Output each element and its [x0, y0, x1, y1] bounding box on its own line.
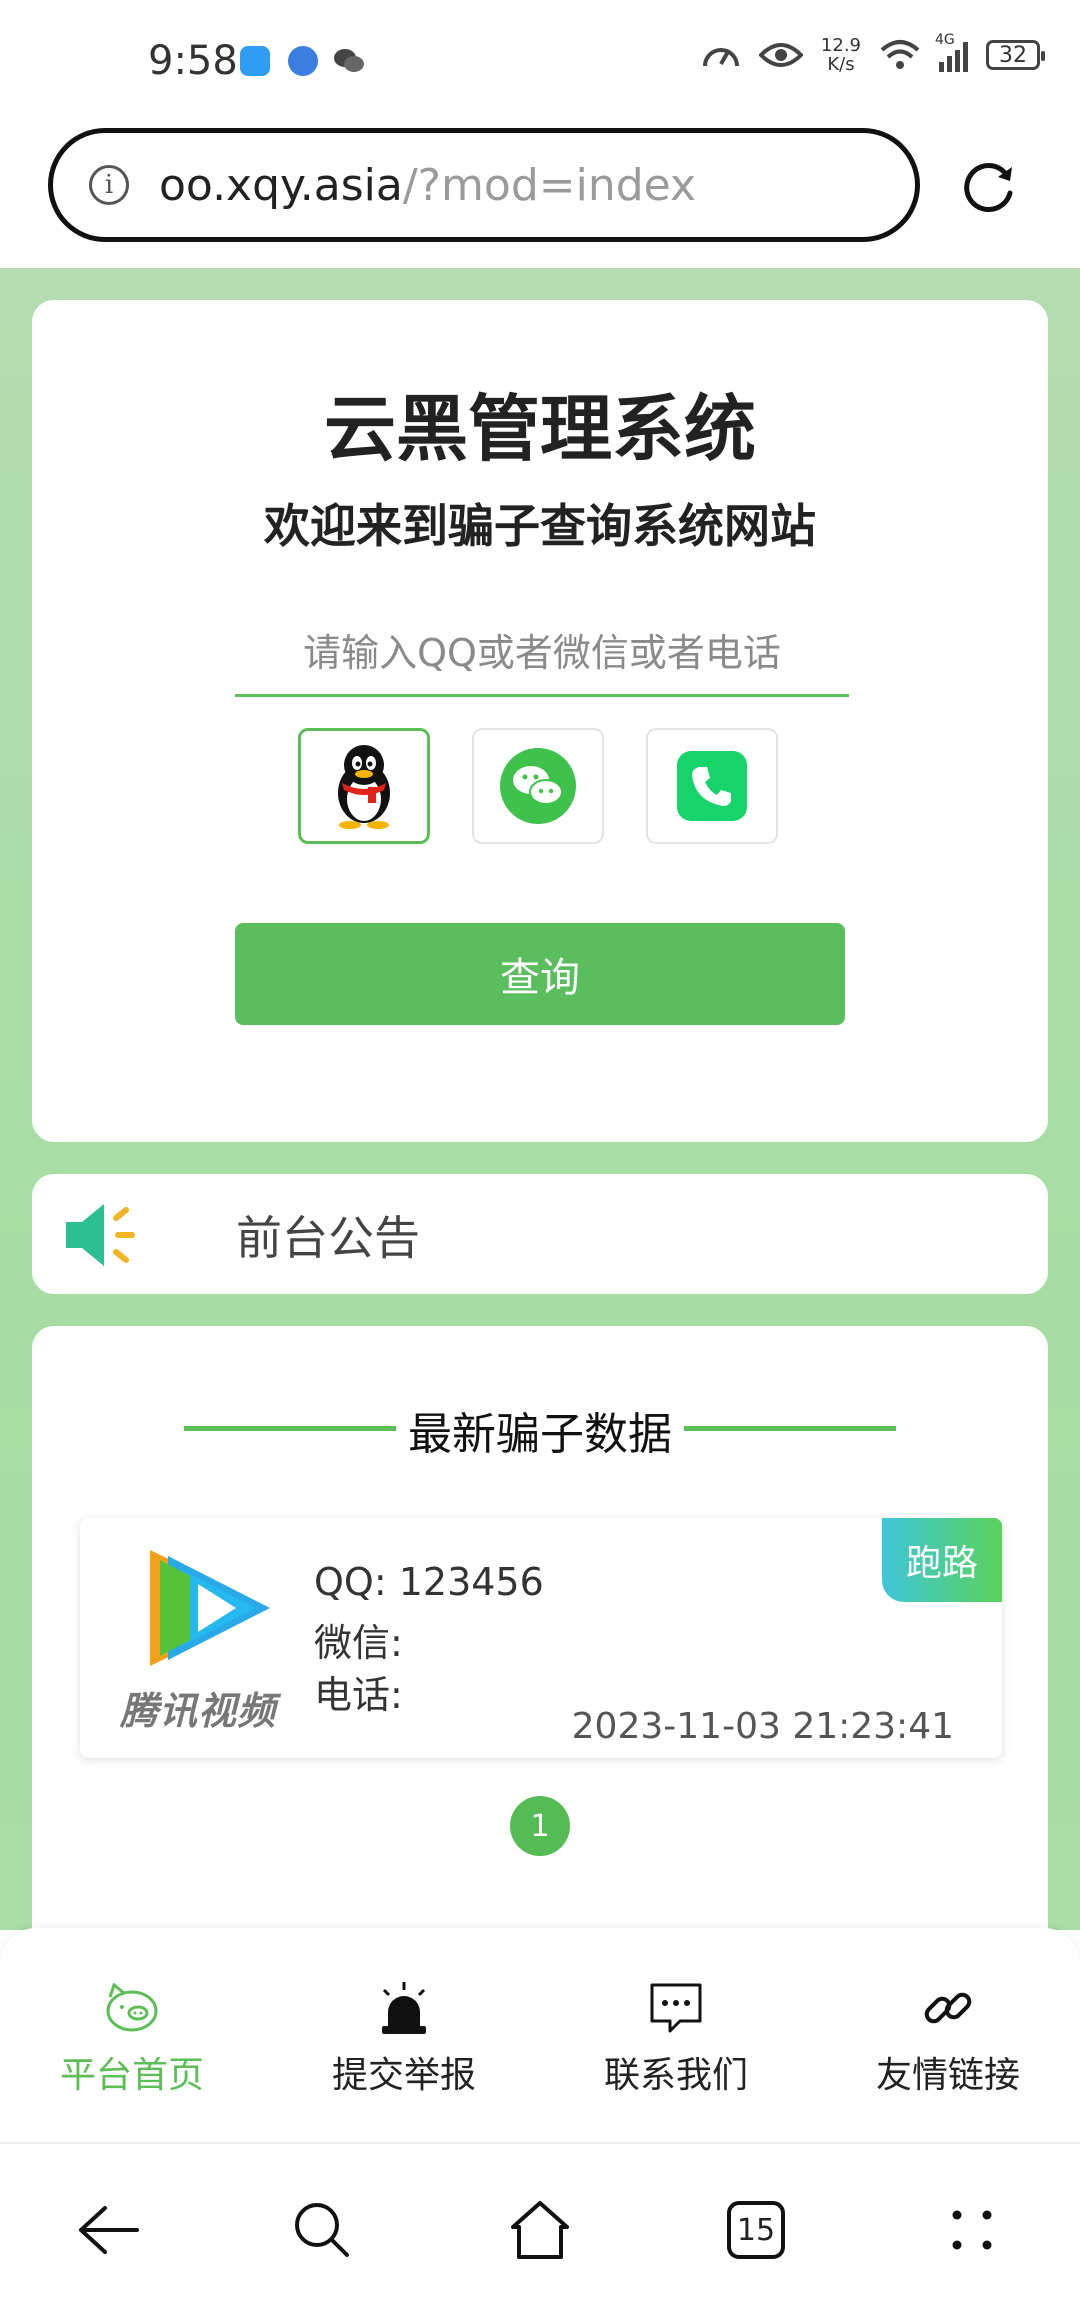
- app-tab-bar: 平台首页 提交举报 联系我们 友情链接: [0, 1928, 1080, 2142]
- tencent-video-logo-icon: [150, 1550, 270, 1666]
- tab-label: 友情链接: [875, 2055, 1020, 2096]
- message-icon: [650, 1983, 702, 2033]
- reload-icon[interactable]: [958, 155, 1020, 217]
- link-icon: [924, 1992, 972, 2024]
- alarm-icon: [382, 1982, 426, 2034]
- address-bar[interactable]: i oo.xqy.asia/?mod=index: [48, 128, 920, 242]
- site-title: 云黑管理系统: [323, 387, 756, 471]
- eye-icon: [758, 43, 803, 67]
- tab-count-icon: 15: [727, 2201, 785, 2259]
- phone-icon: [677, 751, 747, 821]
- pagination-page-1[interactable]: 1: [510, 1796, 570, 1856]
- wechat-row: 微信:: [314, 1621, 403, 1665]
- tab-label: 提交举报: [331, 2055, 476, 2096]
- back-button[interactable]: [72, 2194, 144, 2266]
- menu-dots-icon: [952, 2210, 992, 2250]
- type-qq-button[interactable]: [298, 728, 430, 844]
- back-arrow-icon: [79, 2206, 139, 2254]
- tab-contact[interactable]: 联系我们: [566, 1978, 786, 2098]
- url-host: oo.xqy.asia: [159, 159, 403, 211]
- globe-app-icon: [288, 46, 318, 76]
- wifi-icon: [880, 40, 920, 69]
- status-time: 9:58: [148, 38, 238, 84]
- browser-nav-bar: 15: [0, 2142, 1080, 2312]
- qq-row: QQ: 123456: [314, 1560, 544, 1604]
- site-subtitle: 欢迎来到骗子查询系统网站: [264, 499, 816, 553]
- wechat-icon: [500, 748, 576, 824]
- signal-icon: 4G: [935, 32, 968, 72]
- data-entry[interactable]: 腾讯视频 QQ: 123456 微信: 电话: 2023-11-03 21:23…: [80, 1518, 1002, 1758]
- entry-timestamp: 2023-11-03 21:23:41: [571, 1706, 954, 1747]
- url-path: /?mod=index: [402, 159, 696, 211]
- browser-app-icon: [240, 46, 270, 76]
- latest-data-card: 最新骗子数据 腾讯视频 QQ: 123456 微信: 电话: 2023-11-0…: [32, 1326, 1048, 2026]
- type-phone-button[interactable]: [646, 728, 778, 844]
- logo-text: 腾讯视频: [120, 1689, 277, 1733]
- search-card: 云黑管理系统 欢迎来到骗子查询系统网站 请输入QQ或者微信或者电话 查询: [32, 300, 1048, 1142]
- type-wechat-button[interactable]: [472, 728, 604, 844]
- battery-icon: 32: [986, 40, 1045, 70]
- notice-card[interactable]: 前台公告: [32, 1174, 1048, 1294]
- tab-report[interactable]: 提交举报: [294, 1978, 514, 2098]
- search-input[interactable]: [235, 612, 849, 697]
- search-icon: [295, 2203, 349, 2257]
- net-speed: 12.9 K/s: [820, 35, 861, 75]
- home-button[interactable]: [504, 2194, 576, 2266]
- info-icon[interactable]: i: [89, 165, 129, 205]
- notice-label: 前台公告: [236, 1211, 420, 1265]
- home-icon: [511, 2201, 569, 2259]
- phone-row: 电话:: [314, 1673, 403, 1717]
- status-icons: 12.9 K/s 4G 32: [701, 32, 1045, 75]
- status-bar: 9:58 12.9 K/s 4G 32: [0, 0, 1080, 125]
- query-button[interactable]: 查询: [235, 923, 845, 1025]
- tab-links[interactable]: 友情链接: [838, 1978, 1058, 2098]
- status-badge: 跑路: [882, 1518, 1002, 1602]
- search-button[interactable]: [286, 2194, 358, 2266]
- speaker-icon: [66, 1204, 135, 1266]
- section-title: 最新骗子数据: [408, 1409, 672, 1460]
- tab-label: 平台首页: [59, 2055, 204, 2096]
- qq-value: 123456: [398, 1560, 544, 1604]
- tab-home[interactable]: 平台首页: [22, 1978, 242, 2098]
- tab-label: 联系我们: [603, 2055, 748, 2096]
- menu-button[interactable]: [936, 2194, 1008, 2266]
- tabs-button[interactable]: 15: [720, 2194, 792, 2266]
- home-pig-icon: [106, 1983, 158, 2032]
- speedometer-icon: [702, 48, 739, 67]
- page-content: 云黑管理系统 欢迎来到骗子查询系统网站 请输入QQ或者微信或者电话 查询 前台公…: [0, 268, 1080, 2026]
- qq-penguin-icon: [338, 745, 390, 829]
- wechat-app-icon: [332, 46, 364, 76]
